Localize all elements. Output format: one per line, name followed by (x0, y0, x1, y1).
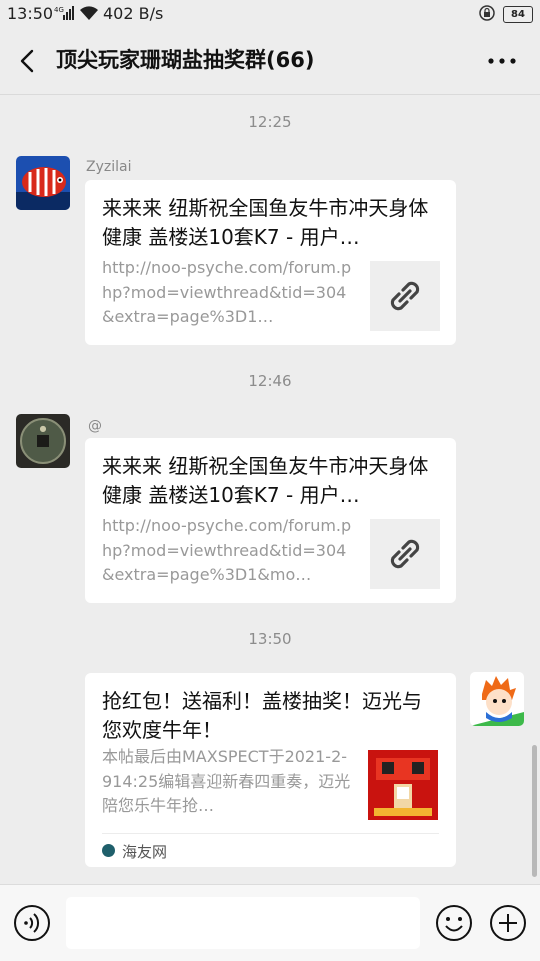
scrollbar[interactable] (532, 745, 537, 877)
article-card[interactable]: 抢红包！送福利！盖楼抽奖！迈光与您欢度牛年！ 本帖最后由MAXSPECT于202… (85, 673, 456, 867)
wifi-icon (80, 6, 98, 20)
avatar[interactable] (16, 156, 70, 210)
card-divider (102, 833, 439, 834)
status-time: 13:50 (7, 4, 54, 23)
message-input[interactable] (66, 897, 420, 949)
avatar[interactable]: ● (16, 414, 70, 468)
message-timestamp: 12:46 (248, 372, 292, 390)
more-options-icon[interactable] (484, 46, 520, 76)
signal-icon: 4G (54, 6, 74, 20)
link-thumbnail (370, 261, 440, 331)
source-name: 海友网 (122, 843, 168, 861)
lock-rotation-icon (479, 5, 495, 21)
link-card[interactable]: 来来来 纽斯祝全国鱼友牛市冲天身体健康 盖楼送10套K7 - 用户… http:… (85, 438, 456, 603)
card-title: 抢红包！送福利！盖楼抽奖！迈光与您欢度牛年！ (102, 689, 422, 742)
svg-text:4G: 4G (54, 6, 64, 14)
status-bar: 13:50 4G 402 B/s 84 (0, 0, 540, 28)
card-title: 来来来 纽斯祝全国鱼友牛市冲天身体健康 盖楼送10套K7 - 用户… (102, 196, 429, 249)
sender-name: Zyzilai (86, 159, 132, 175)
emoji-icon[interactable] (435, 904, 473, 942)
back-arrow-icon[interactable] (14, 45, 40, 77)
avatar[interactable] (470, 672, 524, 726)
message-timestamp: 13:50 (248, 630, 292, 648)
link-thumbnail (370, 519, 440, 589)
link-icon (390, 281, 420, 311)
link-icon (390, 539, 420, 569)
sender-name: @ (88, 418, 102, 434)
chat-title: 顶尖玩家珊瑚盐抽奖群(66) (56, 48, 315, 72)
card-url: http://noo-psyche.com/forum.php?mod=view… (102, 258, 352, 326)
svg-text:●: ● (40, 424, 47, 433)
input-bar (0, 884, 540, 961)
voice-icon[interactable] (13, 904, 51, 942)
battery-indicator: 84 (503, 6, 533, 23)
card-url: http://noo-psyche.com/forum.php?mod=view… (102, 516, 352, 584)
network-speed: 402 B/s (103, 4, 164, 23)
card-summary: 本帖最后由MAXSPECT于2021-2-914:25编辑喜迎新春四重奏，迈光陪… (102, 747, 351, 815)
chat-header: 顶尖玩家珊瑚盐抽奖群(66) (0, 28, 540, 95)
source-logo-icon (102, 844, 115, 857)
link-card[interactable]: 来来来 纽斯祝全国鱼友牛市冲天身体健康 盖楼送10套K7 - 用户… http:… (85, 180, 456, 345)
card-title: 来来来 纽斯祝全国鱼友牛市冲天身体健康 盖楼送10套K7 - 用户… (102, 454, 429, 507)
article-thumbnail (368, 750, 438, 820)
message-timestamp: 12:25 (248, 113, 292, 131)
plus-icon[interactable] (489, 904, 527, 942)
